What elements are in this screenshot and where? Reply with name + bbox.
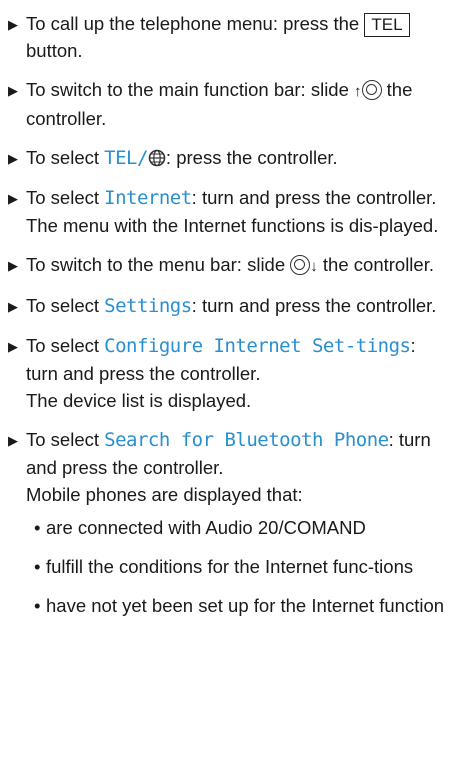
list-item: are connected with Audio 20/COMAND — [34, 514, 452, 541]
controller-knob-icon — [290, 255, 311, 275]
step-text: To select — [26, 335, 105, 356]
triangle-right-icon: ▶ — [8, 191, 18, 206]
list-item: have not yet been set up for the Interne… — [34, 592, 452, 619]
triangle-right-icon: ▶ — [8, 83, 18, 98]
step-result: The menu with the Internet functions is … — [26, 215, 439, 236]
step-result: Mobile phones are displayed that: — [26, 484, 303, 505]
step-text: To select — [26, 147, 105, 168]
step-text: To switch to the menu bar: slide — [26, 254, 291, 275]
triangle-right-icon: ▶ — [8, 433, 18, 448]
menu-item-internet: Internet — [104, 187, 192, 209]
globe-icon — [148, 149, 166, 167]
step-7: ▶ To select Configure Internet Set-tings… — [8, 332, 452, 414]
list-item: fulfill the conditions for the Internet … — [34, 553, 452, 580]
step-text: : turn and press the controller. — [191, 187, 437, 208]
step-text: : turn and press the controller. — [191, 295, 437, 316]
step-2: ▶ To switch to the main function bar: sl… — [8, 76, 452, 132]
step-text: button. — [26, 40, 83, 61]
arrow-down-icon: ↓ — [310, 258, 318, 275]
step-5: ▶ To switch to the menu bar: slide ↓ the… — [8, 251, 452, 280]
step-text: To select — [26, 187, 105, 208]
menu-item-search-bluetooth-phone: Search for Bluetooth Phone — [104, 429, 389, 451]
triangle-right-icon: ▶ — [8, 339, 18, 354]
step-text: the controller. — [317, 254, 434, 275]
step-text: To call up the telephone menu: press the — [26, 13, 365, 34]
menu-item-configure-internet-settings: Configure Internet Set-tings — [104, 335, 411, 357]
step-3: ▶ To select TEL/ : press the controller. — [8, 144, 452, 172]
instruction-page: ▶ To call up the telephone menu: press t… — [0, 0, 466, 619]
step-text: To select — [26, 429, 105, 450]
menu-item-settings: Settings — [104, 295, 192, 317]
step-4: ▶ To select Internet: turn and press the… — [8, 184, 452, 239]
step-text: To select — [26, 295, 105, 316]
step-result: The device list is displayed. — [26, 390, 252, 411]
tel-key-icon: TEL — [364, 13, 410, 37]
triangle-right-icon: ▶ — [8, 151, 18, 166]
controller-knob-icon — [361, 80, 382, 100]
condition-list: are connected with Audio 20/COMAND fulfi… — [26, 514, 452, 619]
triangle-right-icon: ▶ — [8, 258, 18, 273]
menu-item-tel: TEL/ — [104, 147, 148, 169]
step-1: ▶ To call up the telephone menu: press t… — [8, 10, 452, 64]
step-text: : press the controller. — [165, 147, 338, 168]
step-8: ▶ To select Search for Bluetooth Phone: … — [8, 426, 452, 619]
triangle-right-icon: ▶ — [8, 299, 18, 314]
step-text: To switch to the main function bar: slid… — [26, 79, 355, 100]
triangle-right-icon: ▶ — [8, 17, 18, 32]
step-6: ▶ To select Settings: turn and press the… — [8, 292, 452, 320]
arrow-up-icon: ↑ — [354, 83, 362, 100]
